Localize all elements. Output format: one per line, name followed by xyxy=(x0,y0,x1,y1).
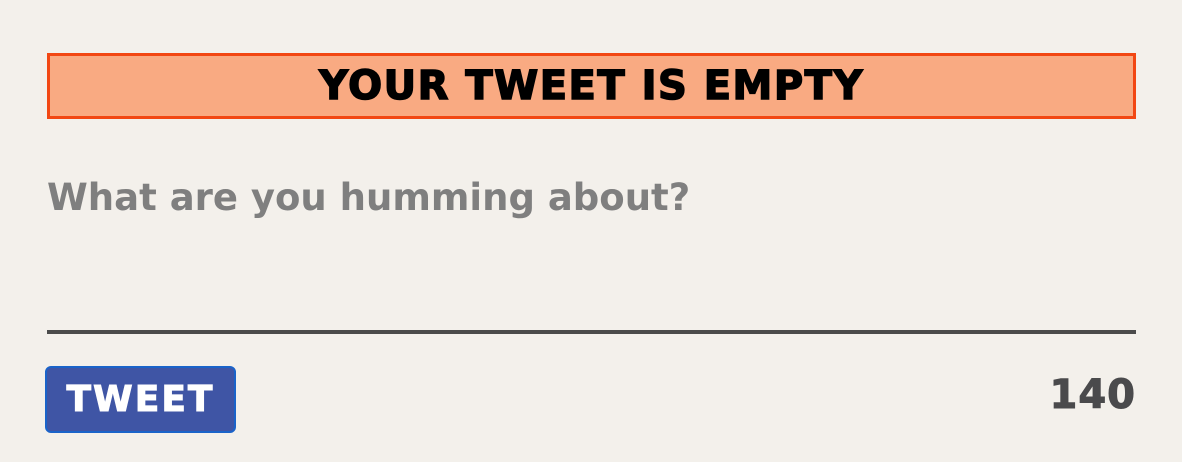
tweet-input[interactable] xyxy=(47,160,1136,320)
error-banner: YOUR TWEET IS EMPTY xyxy=(47,53,1136,119)
error-message: YOUR TWEET IS EMPTY xyxy=(318,63,864,109)
tweet-composer: YOUR TWEET IS EMPTY TWEET 140 xyxy=(0,0,1182,462)
tweet-button[interactable]: TWEET xyxy=(45,366,236,433)
divider xyxy=(47,330,1136,334)
character-counter: 140 xyxy=(1049,372,1136,419)
